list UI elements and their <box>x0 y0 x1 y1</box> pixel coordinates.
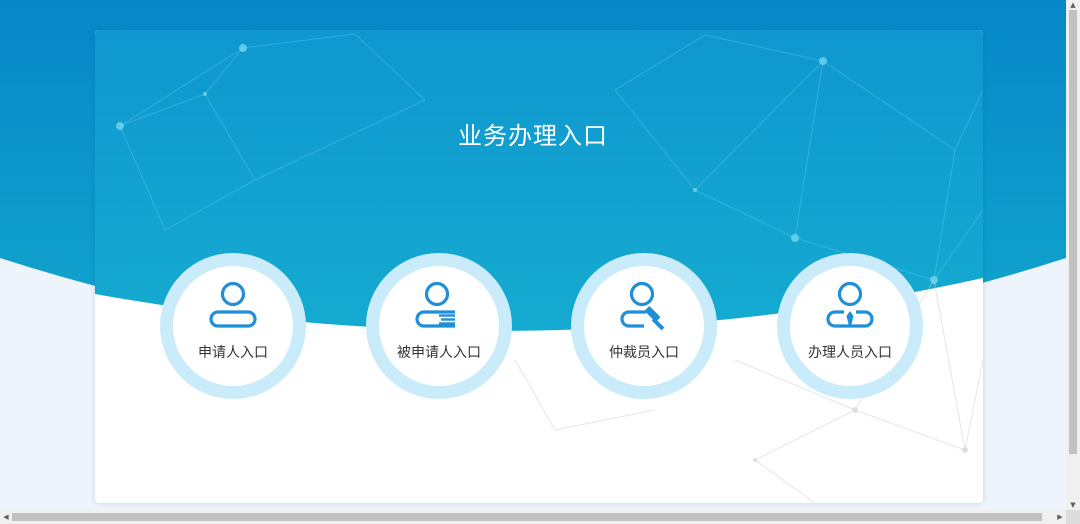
arbitrator-icon <box>620 281 665 331</box>
entry-arbitrator[interactable]: 仲裁员入口 <box>571 253 717 399</box>
vertical-scroll-thumb[interactable] <box>1069 10 1077 454</box>
scroll-right-icon[interactable]: ▶ <box>1054 510 1066 524</box>
page-title: 业务办理入口 <box>458 122 608 150</box>
scroll-left-icon[interactable]: ◀ <box>0 510 12 524</box>
horizontal-scroll-thumb[interactable] <box>12 513 1042 521</box>
entry-staff-label: 办理人员入口 <box>808 345 892 361</box>
scrollbar-corner <box>1066 510 1080 524</box>
entry-staff[interactable]: 办理人员入口 <box>777 253 923 399</box>
vertical-scrollbar[interactable]: ▲ ▼ <box>1066 0 1080 510</box>
staff-icon <box>826 281 874 328</box>
entry-applicant[interactable]: 申请人入口 <box>160 253 306 399</box>
scroll-up-icon[interactable]: ▲ <box>1066 0 1080 10</box>
entry-applicant-circle: 申请人入口 <box>173 266 293 386</box>
entry-applicant-label: 申请人入口 <box>198 345 268 361</box>
entry-respondent[interactable]: 被申请人入口 <box>366 253 512 399</box>
entry-staff-circle: 办理人员入口 <box>790 266 910 386</box>
entry-arbitrator-label: 仲裁员入口 <box>609 345 679 361</box>
scroll-down-icon[interactable]: ▼ <box>1066 500 1080 510</box>
respondent-icon <box>415 281 455 328</box>
horizontal-scrollbar[interactable]: ◀ ▶ <box>0 510 1066 524</box>
entry-respondent-label: 被申请人入口 <box>397 345 481 361</box>
browser-viewport: 业务办理入口 申请人入口 被申请人入口 仲裁员入口 办理人员入口 <box>0 0 1066 510</box>
applicant-icon <box>209 281 257 328</box>
entry-arbitrator-circle: 仲裁员入口 <box>584 266 704 386</box>
entry-respondent-circle: 被申请人入口 <box>379 266 499 386</box>
